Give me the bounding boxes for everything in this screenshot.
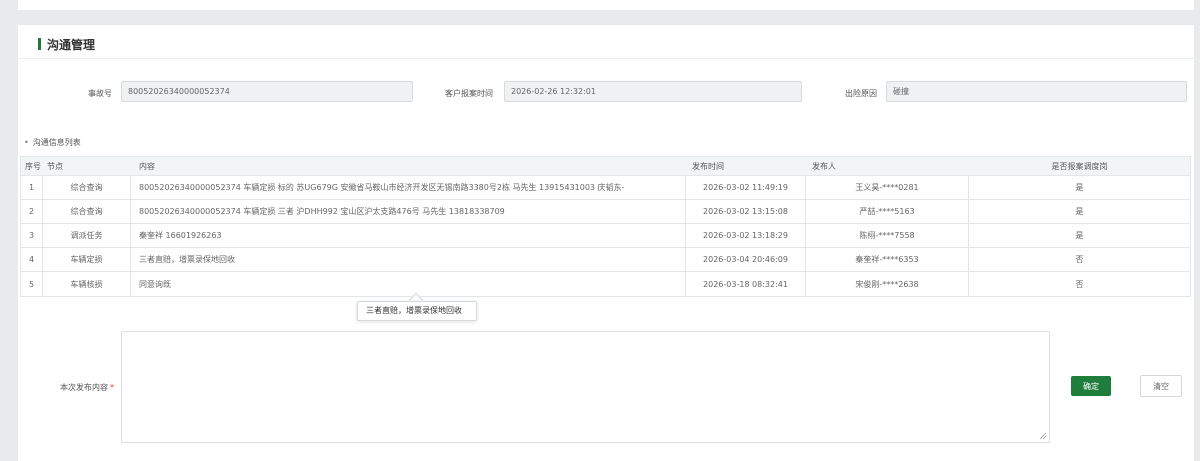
top-card: [18, 0, 1194, 10]
reason-field[interactable]: 碰撞: [886, 81, 1187, 102]
section-title: 沟通管理: [38, 37, 96, 52]
publish-content-label: 本次发布内容 *: [60, 382, 114, 393]
cell-time: 2026-03-18 08:32:41: [686, 272, 806, 296]
publish-content-textarea[interactable]: [121, 331, 1050, 443]
cell-node: 综合查询: [43, 200, 131, 223]
title-accent-bar: [38, 38, 41, 50]
communication-table: 序号 节点 内容 发布时间 发布人 是否报案调度岗 1 综合查询 8005202…: [20, 156, 1191, 297]
cell-content: 秦奎祥 16601926263: [131, 224, 686, 247]
report-time-field[interactable]: 2026-02-26 12:32:01: [504, 81, 802, 102]
cell-node: 调派任务: [43, 224, 131, 247]
cell-is-dispatch: 是: [1075, 231, 1084, 240]
reason-label: 出险原因: [845, 89, 877, 98]
cell-no: 1: [21, 176, 43, 199]
header-content: 内容: [139, 161, 155, 171]
clear-button[interactable]: 清空: [1140, 375, 1182, 397]
cell-is-dispatch: 是: [1075, 183, 1084, 192]
cell-is-dispatch: 否: [1075, 279, 1084, 289]
cell-is-dispatch: 否: [1075, 255, 1084, 264]
table-row[interactable]: 1 综合查询 80052026340000052374 车辆定损 标的 苏UG6…: [21, 176, 1190, 200]
table-header: 序号 节点 内容 发布时间 发布人 是否报案调度岗: [21, 157, 1190, 176]
publish-label-text: 本次发布内容: [60, 383, 108, 392]
table-row[interactable]: 3 调派任务 秦奎祥 16601926263 2026-03-02 13:18:…: [21, 224, 1190, 248]
cell-time: 2026-03-02 13:15:08: [686, 200, 806, 223]
cell-publisher: 王义昊-****0281: [806, 176, 969, 199]
bullet-icon: •: [24, 138, 29, 147]
cell-content: 三者直赔，增票录保地回收: [131, 248, 686, 271]
header-publisher: 发布人: [812, 161, 836, 171]
header-no: 序号: [25, 161, 41, 171]
cell-content: 80052026340000052374 车辆定损 三者 沪DHH992 宝山区…: [131, 200, 686, 223]
cell-node: 车辆核损: [43, 272, 131, 296]
confirm-button[interactable]: 确定: [1071, 376, 1111, 396]
header-time: 发布时间: [692, 161, 724, 171]
cell-time: 2026-03-02 13:18:29: [686, 224, 806, 247]
report-time-label: 客户报案时间: [445, 89, 493, 98]
list-title: • 沟通信息列表: [24, 137, 81, 148]
list-title-text: 沟通信息列表: [32, 138, 81, 147]
table-row[interactable]: 4 车辆定损 三者直赔，增票录保地回收 2026-03-04 20:46:09 …: [21, 248, 1190, 272]
title-divider: [18, 58, 1194, 59]
cell-no: 3: [21, 224, 43, 247]
resize-handle-icon[interactable]: [1039, 432, 1047, 440]
accident-no-field[interactable]: 80052026340000052374: [121, 81, 413, 102]
table-row[interactable]: 2 综合查询 80052026340000052374 车辆定损 三者 沪DHH…: [21, 200, 1190, 224]
cell-publisher: 秦奎祥-****6353: [806, 248, 969, 271]
cell-node: 综合查询: [43, 176, 131, 199]
cell-content: 同意询既: [131, 272, 686, 296]
header-node: 节点: [47, 161, 63, 171]
header-is-dispatch: 是否报案调度岗: [1051, 161, 1108, 171]
section-title-text: 沟通管理: [47, 37, 96, 52]
cell-no: 5: [21, 272, 43, 296]
cell-is-dispatch: 是: [1075, 207, 1084, 216]
cell-publisher: 陈栩-****7558: [806, 224, 969, 247]
cell-time: 2026-03-02 11:49:19: [686, 176, 806, 199]
content-tooltip: 三者直赔，增票录保地回收: [357, 301, 477, 321]
accident-no-label: 事故号: [88, 89, 112, 98]
communication-panel: 沟通管理 事故号 80052026340000052374 客户报案时间 202…: [18, 25, 1194, 461]
cell-publisher: 严喆-****5163: [806, 200, 969, 223]
cell-no: 2: [21, 200, 43, 223]
cell-no: 4: [21, 248, 43, 271]
cell-node: 车辆定损: [43, 248, 131, 271]
cell-content: 80052026340000052374 车辆定损 标的 苏UG679G 安徽省…: [131, 176, 686, 199]
cell-publisher: 宋俊刚-****2638: [806, 272, 969, 296]
cell-time: 2026-03-04 20:46:09: [686, 248, 806, 271]
required-mark: *: [110, 383, 114, 392]
table-row[interactable]: 5 车辆核损 同意询既 2026-03-18 08:32:41 宋俊刚-****…: [21, 272, 1190, 296]
